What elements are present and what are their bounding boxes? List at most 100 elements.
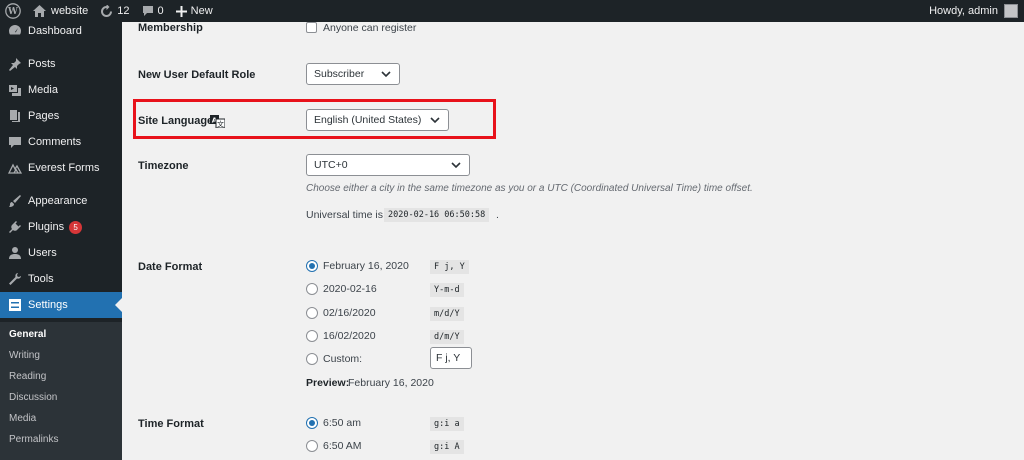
chevron-down-icon	[381, 71, 391, 78]
account-menu[interactable]: Howdy, admin	[929, 4, 1024, 18]
date-format-custom-label[interactable]: Custom:	[323, 353, 362, 365]
date-format-radio-2[interactable]	[306, 307, 318, 319]
time-format-label: Time Format	[138, 418, 204, 430]
submenu-item-general[interactable]: General	[9, 329, 46, 340]
admin-bar: W website 12 0 New Howdy, admin	[0, 0, 1024, 22]
sidebar-item-label: Everest Forms	[28, 162, 100, 174]
submenu-item-media[interactable]: Media	[9, 413, 36, 424]
universal-time-suffix: .	[496, 209, 499, 221]
plugin-icon	[8, 220, 22, 234]
sidebar-item-label: Media	[28, 84, 58, 96]
sidebar-item-appearance[interactable]: Appearance	[0, 188, 122, 214]
media-icon	[8, 83, 22, 97]
default-role-label: New User Default Role	[138, 69, 256, 81]
wrench-icon	[8, 272, 22, 286]
submenu-item-discussion[interactable]: Discussion	[9, 392, 57, 403]
new-content-link[interactable]: New	[170, 0, 219, 22]
sidebar-item-label: Plugins	[28, 221, 65, 233]
plus-icon	[175, 5, 187, 17]
anyone-can-register-label[interactable]: Anyone can register	[323, 22, 416, 34]
date-format-radio-1[interactable]	[306, 283, 318, 295]
timezone-value: UTC+0	[314, 159, 348, 171]
new-label: New	[190, 5, 213, 17]
date-format-option-label[interactable]: 02/16/2020	[323, 307, 376, 319]
preview-label: Preview:	[306, 377, 350, 389]
sidebar-item-label: Pages	[28, 110, 60, 122]
timezone-description: Choose either a city in the same timezon…	[306, 183, 753, 194]
time-format-code: g:i A	[430, 440, 464, 454]
date-format-code: Y-m-d	[430, 283, 464, 297]
pages-icon	[8, 109, 22, 123]
date-format-option-label[interactable]: 2020-02-16	[323, 283, 377, 295]
svg-text:W: W	[7, 7, 18, 17]
timezone-select[interactable]: UTC+0	[306, 154, 470, 176]
universal-time-value: 2020-02-16 06:50:58	[384, 208, 490, 222]
sidebar-item-users[interactable]: Users	[0, 240, 122, 266]
sidebar-item-pages[interactable]: Pages	[0, 103, 122, 129]
universal-time-prefix: Universal time is	[306, 209, 384, 221]
updates-icon	[100, 4, 113, 18]
comment-bubble-icon	[142, 5, 154, 17]
date-format-label: Date Format	[138, 261, 203, 273]
submenu-item-permalinks[interactable]: Permalinks	[9, 434, 58, 445]
admin-sidebar: Dashboard Posts Media Pages Comments Eve…	[0, 22, 122, 460]
settings-icon	[8, 298, 22, 312]
updates-count: 12	[117, 5, 130, 17]
dashboard-icon	[8, 24, 22, 38]
date-format-custom-value: F j, Y	[436, 352, 461, 364]
submenu-item-reading[interactable]: Reading	[9, 371, 46, 382]
default-role-select[interactable]: Subscriber	[306, 63, 400, 85]
date-format-radio-3[interactable]	[306, 330, 318, 342]
time-format-radio-1[interactable]	[306, 440, 318, 452]
sidebar-item-posts[interactable]: Posts	[0, 51, 122, 77]
comments-link[interactable]: 0	[136, 0, 170, 22]
date-format-code: m/d/Y	[430, 307, 464, 321]
date-format-code: F j, Y	[430, 260, 469, 274]
greeting: Howdy, admin	[929, 5, 998, 17]
time-format-option-label[interactable]: 6:50 AM	[323, 440, 362, 452]
site-name: website	[51, 5, 89, 17]
chevron-down-icon	[451, 162, 461, 169]
paintbrush-icon	[8, 194, 22, 208]
default-role-value: Subscriber	[314, 68, 365, 80]
timezone-label: Timezone	[138, 160, 189, 172]
comments-count: 0	[157, 5, 164, 17]
date-format-radio-custom[interactable]	[306, 353, 318, 365]
sidebar-item-plugins[interactable]: Plugins 5	[0, 214, 122, 240]
sidebar-item-comments[interactable]: Comments	[0, 129, 122, 155]
sidebar-item-label: Users	[28, 247, 57, 259]
date-format-custom-input[interactable]: F j, Y	[430, 347, 472, 369]
sidebar-item-media[interactable]: Media	[0, 77, 122, 103]
sidebar-item-tools[interactable]: Tools	[0, 266, 122, 292]
everest-forms-icon	[8, 161, 22, 175]
preview-value: February 16, 2020	[348, 377, 434, 389]
sidebar-item-label: Dashboard	[28, 25, 82, 37]
sidebar-item-label: Settings	[28, 299, 68, 311]
user-icon	[8, 246, 22, 260]
comment-icon	[8, 135, 22, 149]
membership-label: Membership	[138, 22, 203, 34]
pin-icon	[8, 57, 22, 71]
sidebar-item-label: Comments	[28, 136, 82, 148]
submenu-item-writing[interactable]: Writing	[9, 350, 40, 361]
sidebar-item-label: Posts	[28, 58, 56, 70]
time-format-code: g:i a	[430, 417, 464, 431]
time-format-radio-0[interactable]	[306, 417, 318, 429]
date-format-option-label[interactable]: 16/02/2020	[323, 330, 376, 342]
home-icon	[33, 5, 46, 17]
settings-submenu: General Writing Reading Discussion Media…	[0, 322, 122, 460]
anyone-can-register-checkbox[interactable]	[306, 22, 317, 33]
settings-general-form: Membership Anyone can register New User …	[122, 22, 1024, 460]
plugins-update-badge: 5	[69, 220, 83, 234]
date-format-radio-0[interactable]	[306, 260, 318, 272]
sidebar-item-label: Appearance	[28, 195, 88, 207]
site-language-highlight	[133, 99, 496, 139]
time-format-option-label[interactable]: 6:50 am	[323, 417, 361, 429]
sidebar-item-label: Tools	[28, 273, 54, 285]
sidebar-item-everest-forms[interactable]: Everest Forms	[0, 155, 122, 181]
date-format-code: d/m/Y	[430, 330, 464, 344]
date-format-option-label[interactable]: February 16, 2020	[323, 260, 409, 272]
avatar	[1004, 4, 1018, 18]
sidebar-item-dashboard[interactable]: Dashboard	[0, 18, 122, 44]
sidebar-item-settings[interactable]: Settings	[0, 292, 122, 318]
